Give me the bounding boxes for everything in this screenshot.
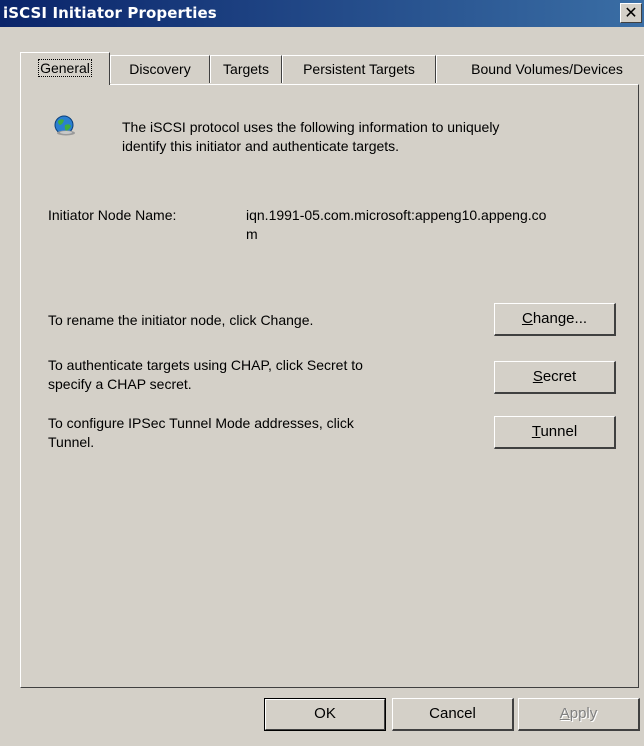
ok-button[interactable]: OK: [264, 698, 386, 731]
tab-targets[interactable]: Targets: [210, 55, 282, 83]
tab-persistent-targets[interactable]: Persistent Targets: [282, 55, 436, 83]
apply-button[interactable]: Apply: [518, 698, 640, 731]
chap-instruction-line1: To authenticate targets using CHAP, clic…: [48, 357, 363, 373]
title-bar: iSCSI Initiator Properties ✕: [0, 0, 644, 27]
tunnel-instruction-line1: To configure IPSec Tunnel Mode addresses…: [48, 415, 354, 431]
close-button[interactable]: ✕: [620, 3, 642, 23]
cancel-button[interactable]: Cancel: [392, 698, 514, 731]
change-button[interactable]: Change...: [494, 303, 616, 336]
intro-text-line2: identify this initiator and authenticate…: [122, 138, 400, 154]
intro-text-line1: The iSCSI protocol uses the following in…: [122, 119, 500, 135]
tunnel-instruction-line2: Tunnel.: [48, 434, 95, 450]
secret-button[interactable]: Secret: [494, 361, 616, 394]
close-icon: ✕: [624, 3, 638, 22]
chap-instruction-line2: specify a CHAP secret.: [48, 376, 192, 392]
node-name-value-line2: m: [246, 226, 258, 242]
node-name-label: Initiator Node Name:: [48, 207, 177, 223]
tunnel-button[interactable]: Tunnel: [494, 416, 616, 449]
globe-network-icon: [54, 115, 75, 136]
rename-instruction: To rename the initiator node, click Chan…: [48, 312, 314, 328]
tab-discovery[interactable]: Discovery: [110, 55, 210, 83]
tab-bound-volumes-devices[interactable]: Bound Volumes/Devices: [436, 55, 644, 83]
tab-general[interactable]: General: [20, 52, 110, 85]
window-title: iSCSI Initiator Properties: [3, 4, 217, 22]
node-name-value-line1: iqn.1991-05.com.microsoft:appeng10.appen…: [246, 207, 547, 223]
